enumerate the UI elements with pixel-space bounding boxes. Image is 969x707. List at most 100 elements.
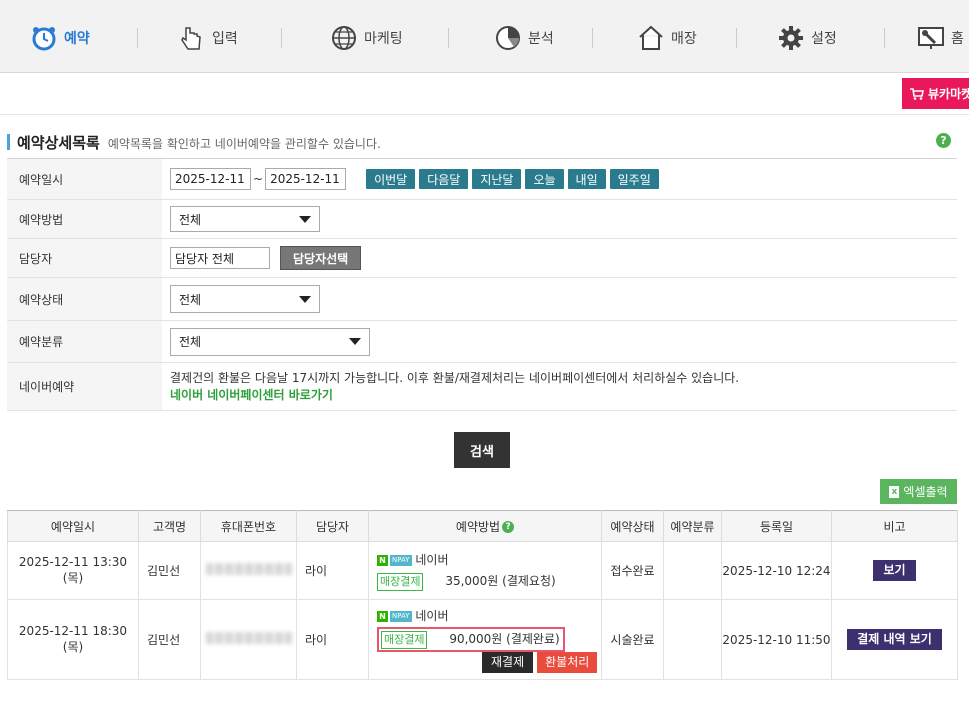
quick-this-month-button[interactable]: 이번달 [366,169,416,189]
date-separator: ~ [253,172,264,186]
method-select-value: 전체 [179,212,202,227]
nav-divider [592,28,593,48]
table-row: 2025-12-11 18:30 (목) 김민선 라이 N NPAY 네이버 매장… [7,599,958,680]
section-header: 예약상세목록 예약목록을 확인하고 네이버예약을 관리할수 있습니다. [7,132,381,152]
gear-icon [779,26,803,50]
select-staff-button[interactable]: 담당자선택 [280,246,362,270]
quick-today-button[interactable]: 오늘 [525,169,564,189]
filter-label-status: 예약상태 [7,278,162,320]
nav-label: 매장 [671,31,697,47]
payment-actions: 재결제 환불처리 [369,651,601,673]
nav-item-input[interactable]: 입력 [178,22,238,54]
quick-last-month-button[interactable]: 지난달 [472,169,522,189]
nav-divider [736,28,737,48]
status-select-value: 전체 [179,292,202,307]
method-naver-label: 네이버 [415,552,449,567]
refund-button[interactable]: 환불처리 [537,651,598,673]
nav-divider [137,28,138,48]
category-select[interactable]: 전체 [170,327,370,356]
cell-category [663,541,722,600]
highlight-box: 매장결제 90,000원 (결제완료) [377,626,565,652]
status-select[interactable]: 전체 [170,285,320,313]
help-icon[interactable]: ? [502,521,515,533]
filter-value-naver: 결제건의 환불은 다음날 17시까지 가능합니다. 이후 환불/재결제처리는 네… [170,363,739,410]
col-header-name: 고객명 [138,510,201,542]
reservation-table: 예약일시 고객명 휴대폰번호 담당자 예약방법? 예약상태 예약분류 등록일 비… [7,510,958,680]
quick-week-button[interactable]: 일주일 [609,169,659,189]
nav-label: 분석 [528,31,554,47]
naver-refund-notice: 결제건의 환불은 다음날 17시까지 가능합니다. 이후 환불/재결제처리는 네… [170,370,740,385]
nav-label: 홈 [951,31,964,47]
search-button[interactable]: 검색 [454,432,510,468]
cell-method: N NPAY 네이버 매장결제 35,000원 (결제요청) [368,541,602,600]
cell-note: 결제 내역 보기 [831,599,958,680]
filter-value-status: 전체 [170,278,320,320]
filter-row-method: 예약방법 전체 [7,200,957,239]
pie-chart-icon [496,26,520,50]
nav-label: 예약 [64,31,90,47]
beauty-market-button[interactable]: 뷰카마켓 [902,78,969,109]
cell-registered: 2025-12-10 12:24 [721,541,832,600]
excel-export-button[interactable]: x 엑셀출력 [880,479,957,504]
blurred-phone [205,632,292,644]
npay-icon: NPAY [390,610,412,622]
monitor-wrench-icon [918,27,944,49]
payment-amount: 35,000원 (결제요청) [445,573,556,588]
help-icon[interactable]: ? [936,133,951,148]
beauty-market-label: 뷰카마켓 [928,87,969,101]
nav-item-marketing[interactable]: 마케팅 [330,22,403,54]
table-header-row: 예약일시 고객명 휴대폰번호 담당자 예약방법? 예약상태 예약분류 등록일 비… [7,510,958,542]
cell-registered: 2025-12-10 11:50 [721,599,832,680]
nav-item-home[interactable]: 홈 [917,22,964,54]
cell-staff: 라이 [296,541,369,600]
payment-history-button[interactable]: 결제 내역 보기 [847,629,942,650]
store-payment-badge: 매장결제 [381,630,428,649]
filter-form: 예약일시 ~ 이번달 다음달 지난달 오늘 내일 일주일 예약방법 전체 담당자… [7,158,957,411]
nav-label: 설정 [811,31,837,47]
nav-item-store[interactable]: 매장 [637,22,697,54]
nav-divider [448,28,449,48]
method-naver-line: N NPAY 네이버 [369,551,601,569]
quick-next-month-button[interactable]: 다음달 [419,169,469,189]
staff-input[interactable] [170,247,270,269]
cell-datetime: 2025-12-11 18:30 (목) [7,599,139,680]
filter-label-naver: 네이버예약 [7,363,162,410]
filter-value-date: ~ 이번달 다음달 지난달 오늘 내일 일주일 [170,159,663,199]
filter-row-status: 예약상태 전체 [7,278,957,321]
quick-tomorrow-button[interactable]: 내일 [567,169,606,189]
col-header-registered: 등록일 [721,510,832,542]
nav-label: 마케팅 [364,31,403,47]
filter-row-category: 예약분류 전체 [7,321,957,363]
repay-button[interactable]: 재결제 [482,651,534,673]
alarm-clock-icon [32,27,56,51]
col-header-staff: 담당자 [296,510,369,542]
cell-staff: 라이 [296,599,369,680]
method-naver-line: N NPAY 네이버 [369,607,601,625]
naver-pay-center-link[interactable]: 네이버 네이버페이센터 바로가기 [170,387,333,404]
nav-item-reservation[interactable]: 예약 [30,22,90,54]
filter-row-naver: 네이버예약 결제건의 환불은 다음날 17시까지 가능합니다. 이후 환불/재결… [7,363,957,411]
excel-icon: x [889,485,900,498]
view-button[interactable]: 보기 [873,560,916,581]
header-divider [0,114,969,115]
globe-icon [332,26,356,50]
method-select[interactable]: 전체 [170,206,320,232]
npay-icon: NPAY [390,554,412,566]
nav-item-analysis[interactable]: 분석 [494,22,554,54]
col-header-category: 예약분류 [663,510,722,542]
method-naver-label: 네이버 [415,608,449,623]
top-navigation: 예약 입력 마케팅 분석 매장 설정 홈 [0,0,969,73]
nav-item-settings[interactable]: 설정 [777,22,837,54]
filter-label-staff: 담당자 [7,239,162,277]
col-header-datetime: 예약일시 [7,510,139,542]
cell-name: 김민선 [138,541,201,600]
date-from-input[interactable] [170,168,251,190]
cell-datetime: 2025-12-11 13:30 (목) [7,541,139,600]
date-to-input[interactable] [265,168,347,190]
naver-n-icon: N [377,610,388,622]
cell-method: N NPAY 네이버 매장결제 90,000원 (결제완료) 재결제 환불처리 [368,599,602,680]
cell-category [663,599,722,680]
filter-label-method: 예약방법 [7,200,162,238]
naver-n-icon: N [377,554,388,566]
chevron-down-icon [299,215,311,223]
